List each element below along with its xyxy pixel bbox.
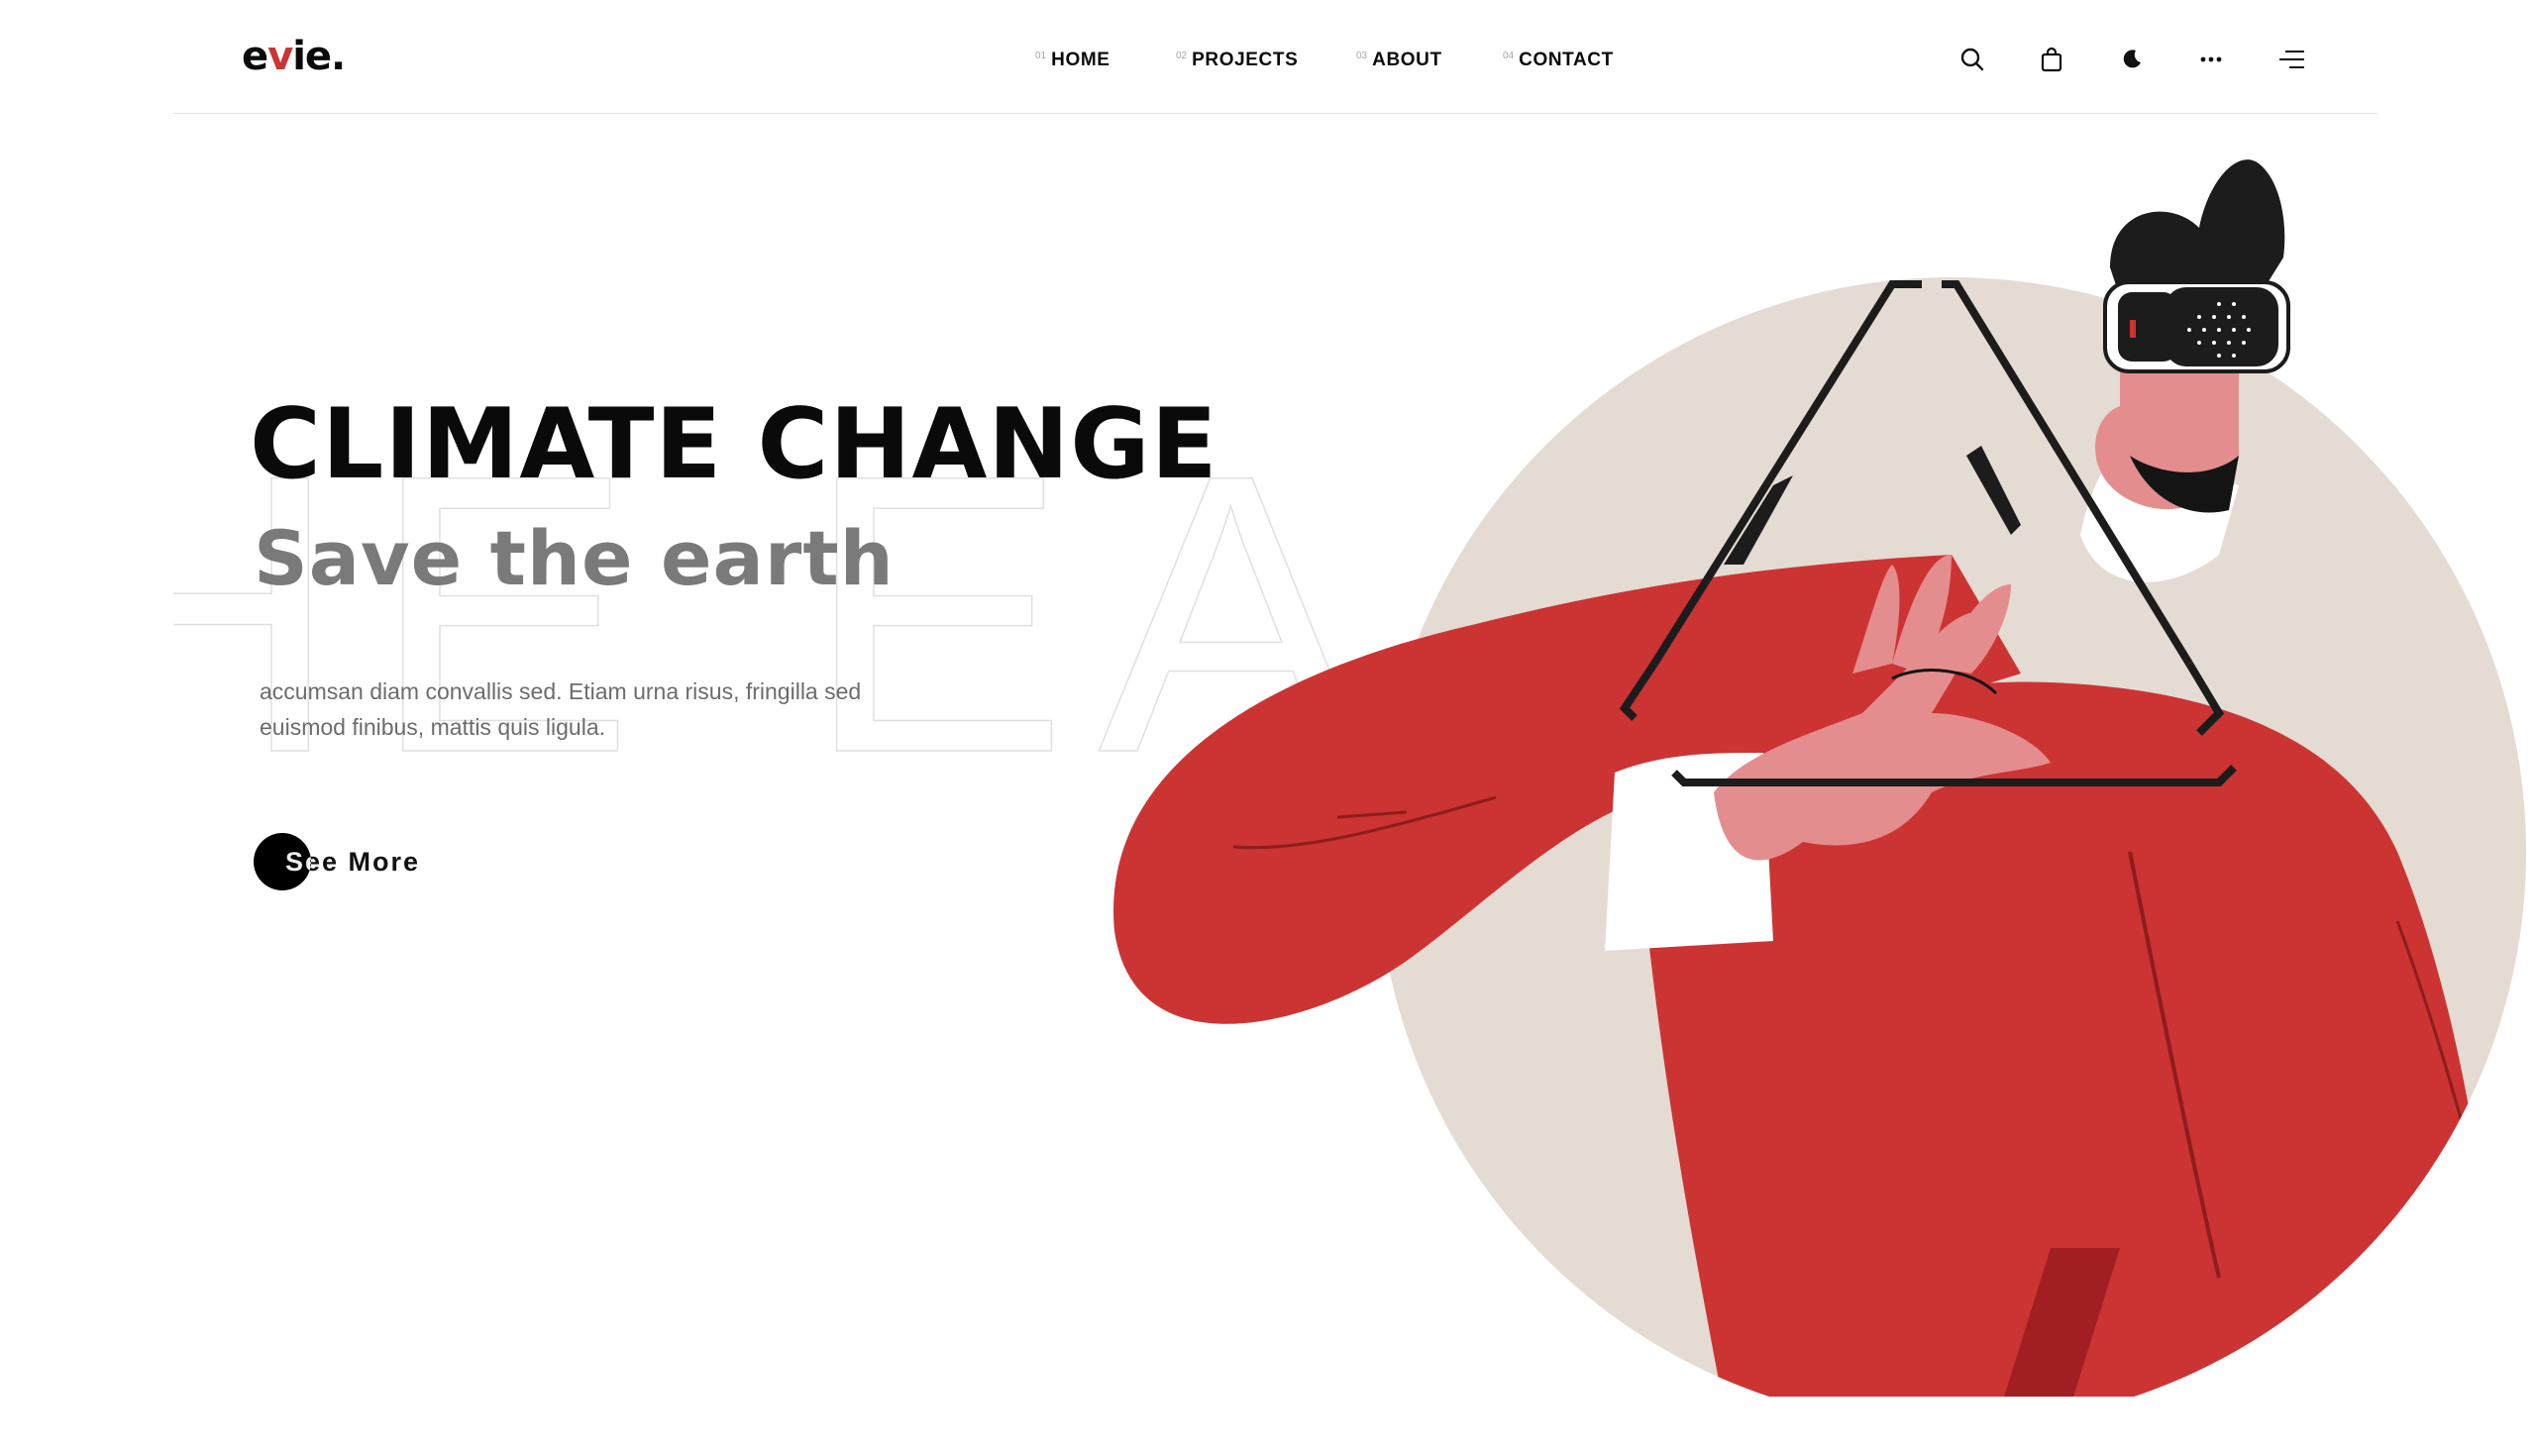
- nav-item-label: CONTACT: [1519, 50, 1614, 70]
- nav-item-number: 03: [1356, 51, 1368, 61]
- nav-item-projects[interactable]: 02 PROJECTS: [1176, 50, 1298, 71]
- shopping-bag-icon[interactable]: [2036, 44, 2067, 75]
- hero-description: accumsan diam convallis sed. Etiam urna …: [260, 678, 862, 740]
- nav-item-label: PROJECTS: [1192, 50, 1299, 70]
- see-more-button[interactable]: See More: [254, 833, 472, 890]
- brand-logo[interactable]: evie.: [242, 34, 346, 79]
- nav-item-home[interactable]: 01 HOME: [1035, 50, 1110, 71]
- more-options-icon[interactable]: [2195, 44, 2227, 75]
- menu-icon[interactable]: [2275, 44, 2307, 75]
- hero-subtitle: Save the earth: [254, 514, 895, 602]
- hair: [2110, 159, 2285, 297]
- search-icon[interactable]: [1956, 44, 1988, 75]
- see-more-label: See More: [285, 847, 421, 877]
- logo-text-start: e: [242, 34, 268, 79]
- nav-item-number: 04: [1503, 51, 1515, 61]
- logo-text-accent: v: [267, 34, 293, 79]
- nav-item-number: 02: [1176, 51, 1188, 61]
- nav-item-label: HOME: [1051, 50, 1110, 70]
- nav-item-label: ABOUT: [1372, 50, 1442, 70]
- dark-mode-icon[interactable]: [2116, 44, 2148, 75]
- nav-item-number: 01: [1035, 51, 1047, 61]
- nav-item-contact[interactable]: 04 CONTACT: [1503, 50, 1614, 71]
- nav-item-about[interactable]: 03 ABOUT: [1356, 50, 1442, 71]
- logo-text-end: ie.: [292, 34, 346, 79]
- site-header: evie. 01 HOME 02 PROJECTS 03 ABOUT 04 CONTAC…: [173, 0, 2378, 114]
- hero-title: CLIMATE CHANGE: [250, 388, 1218, 501]
- vr-character-illustration: [1113, 159, 2526, 1397]
